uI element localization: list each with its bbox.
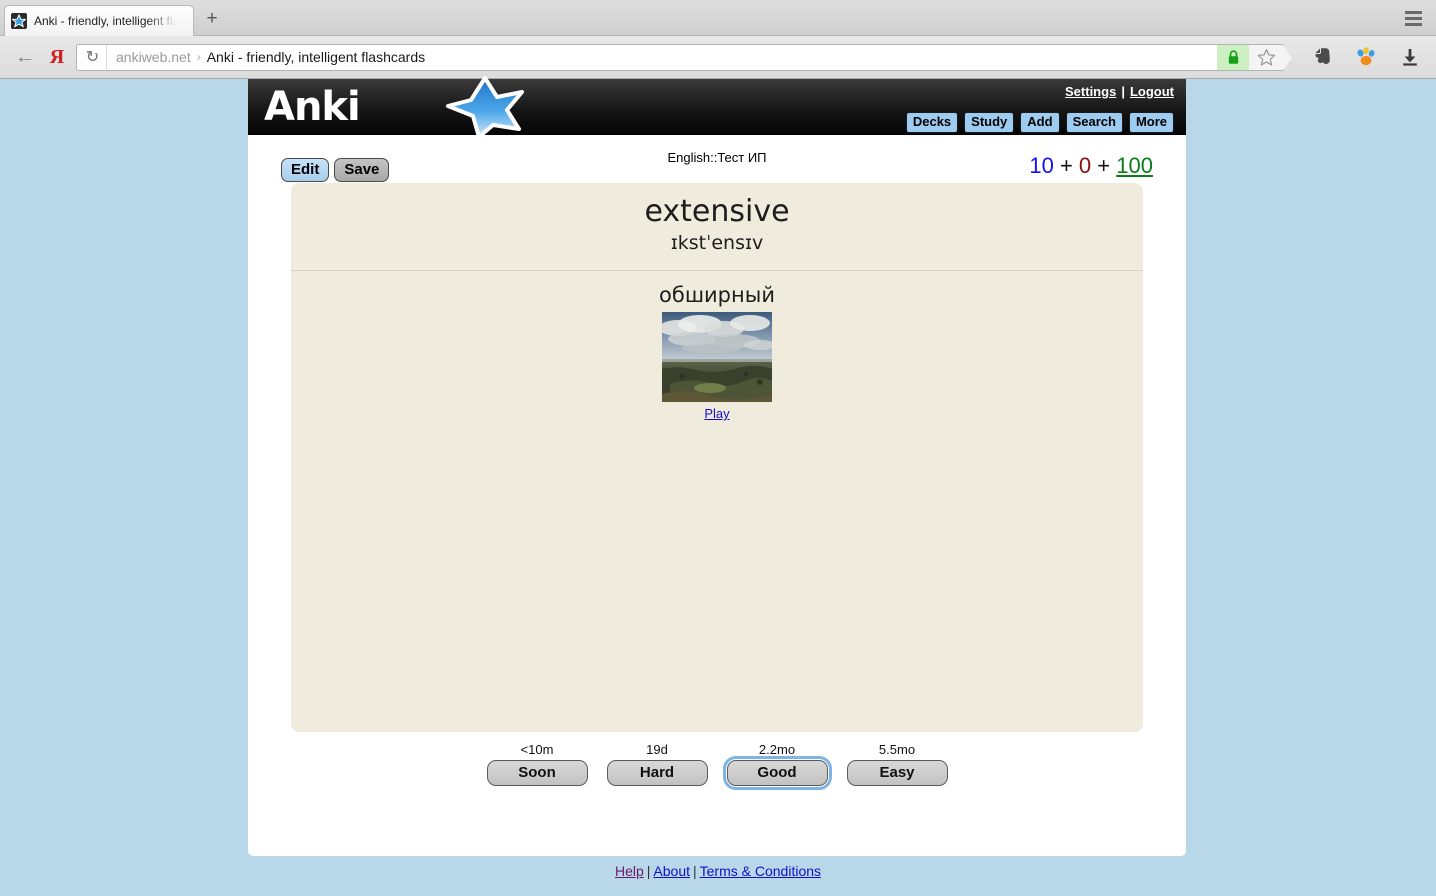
- reload-icon[interactable]: ↻: [79, 44, 107, 70]
- tab-strip: Anki - friendly, intelligent fla +: [0, 0, 1436, 36]
- footer-separator-2: |: [693, 863, 697, 879]
- card-question: extensive ɪkstˈensɪv: [291, 183, 1143, 271]
- nav-button-add[interactable]: Add: [1020, 112, 1060, 133]
- site-footer: Help | About | Terms & Conditions: [0, 863, 1436, 879]
- card-word: extensive: [644, 194, 790, 229]
- omnibox-separator: ›: [196, 50, 201, 64]
- answer-choice-easy: 5.5mo Easy: [846, 742, 948, 786]
- card-pronunciation: ɪkstˈensɪv: [670, 232, 764, 254]
- counter-review[interactable]: 100: [1116, 153, 1153, 178]
- nav-button-study[interactable]: Study: [964, 112, 1015, 133]
- back-arrow-icon[interactable]: ←: [8, 42, 42, 72]
- site-content: Anki Settings | Logout Decks Study Add S…: [248, 76, 1186, 856]
- answer-interval-soon: <10m: [520, 742, 554, 757]
- counter-learning[interactable]: 0: [1079, 153, 1091, 178]
- browser-tab[interactable]: Anki - friendly, intelligent fla: [4, 5, 194, 36]
- answer-choice-soon: <10m Soon: [486, 742, 588, 786]
- card-counters: 10 + 0 + 100: [1029, 153, 1153, 179]
- answer-button-soon[interactable]: Soon: [486, 760, 588, 786]
- edit-save-toolbar: Edit Save: [281, 158, 390, 182]
- blue-star-logo: [443, 75, 527, 144]
- nav-button-more[interactable]: More: [1128, 112, 1174, 133]
- flashcard: extensive ɪkstˈensɪv обширный Play: [291, 183, 1143, 732]
- header-account-links: Settings | Logout: [1065, 84, 1174, 99]
- footer-link-help[interactable]: Help: [615, 863, 644, 879]
- omnibox-domain: ankiweb.net: [116, 49, 191, 65]
- download-arrow-icon[interactable]: [1398, 44, 1422, 70]
- anki-star-favicon: [11, 13, 27, 29]
- answer-choice-good: 2.2mo Good: [722, 742, 832, 790]
- address-bar[interactable]: ↻ ankiweb.net › Anki - friendly, intelli…: [76, 43, 1292, 71]
- navigation-toolbar: ← Я ↻ ankiweb.net › Anki - friendly, int…: [0, 36, 1436, 79]
- answer-button-easy[interactable]: Easy: [846, 760, 948, 786]
- footer-link-about[interactable]: About: [653, 863, 690, 879]
- site-header: Anki Settings | Logout Decks Study Add S…: [248, 76, 1186, 139]
- edit-button[interactable]: Edit: [281, 158, 330, 182]
- counter-plus-1: +: [1059, 153, 1073, 178]
- counter-new[interactable]: 10: [1029, 153, 1053, 178]
- answer-interval-good: 2.2mo: [758, 742, 796, 757]
- settings-link[interactable]: Settings: [1065, 84, 1116, 99]
- card-translation: обширный: [659, 283, 775, 307]
- card-answer: обширный Play: [291, 271, 1143, 423]
- site-nav: Decks Study Add Search More: [905, 112, 1174, 133]
- nav-button-search[interactable]: Search: [1065, 112, 1123, 133]
- answer-button-good[interactable]: Good: [722, 756, 832, 790]
- extension-icons: [1310, 44, 1428, 70]
- secure-lock-icon[interactable]: [1217, 44, 1249, 70]
- panoramic-landscape-painting: [662, 312, 772, 402]
- page-viewport: Anki Settings | Logout Decks Study Add S…: [0, 76, 1436, 896]
- study-area: English::Тест ИП Edit Save 10 + 0 + 100 …: [248, 135, 1186, 790]
- footer-link-terms[interactable]: Terms & Conditions: [700, 863, 821, 879]
- answer-buttons: <10m Soon 19d Hard 2.2mo Good 5.5mo Easy: [248, 742, 1186, 790]
- evernote-icon[interactable]: [1310, 44, 1334, 70]
- answer-choice-hard: 19d Hard: [606, 742, 708, 786]
- answer-interval-hard: 19d: [646, 742, 668, 757]
- answer-button-hard[interactable]: Hard: [606, 760, 708, 786]
- answer-interval-easy: 5.5mo: [878, 742, 916, 757]
- paw-colored-icon[interactable]: [1354, 44, 1378, 70]
- save-button[interactable]: Save: [334, 158, 390, 182]
- header-links-separator: |: [1121, 84, 1125, 99]
- nav-button-decks[interactable]: Decks: [905, 112, 959, 133]
- hamburger-menu-icon[interactable]: [1398, 7, 1428, 29]
- yandex-logo-icon[interactable]: Я: [42, 42, 72, 72]
- omnibox-page-title: Anki - friendly, intelligent flashcards: [206, 49, 426, 65]
- play-audio-link[interactable]: Play: [704, 406, 729, 421]
- footer-separator-1: |: [646, 863, 651, 879]
- new-tab-button[interactable]: +: [200, 8, 224, 32]
- logout-link[interactable]: Logout: [1130, 84, 1174, 99]
- anki-wordmark[interactable]: Anki: [264, 84, 361, 130]
- bookmark-star-icon[interactable]: [1249, 44, 1292, 70]
- tab-title: Anki - friendly, intelligent fla: [34, 14, 180, 28]
- browser-chrome: Anki - friendly, intelligent fla + ← Я ↻…: [0, 0, 1436, 79]
- counter-plus-2: +: [1097, 153, 1111, 178]
